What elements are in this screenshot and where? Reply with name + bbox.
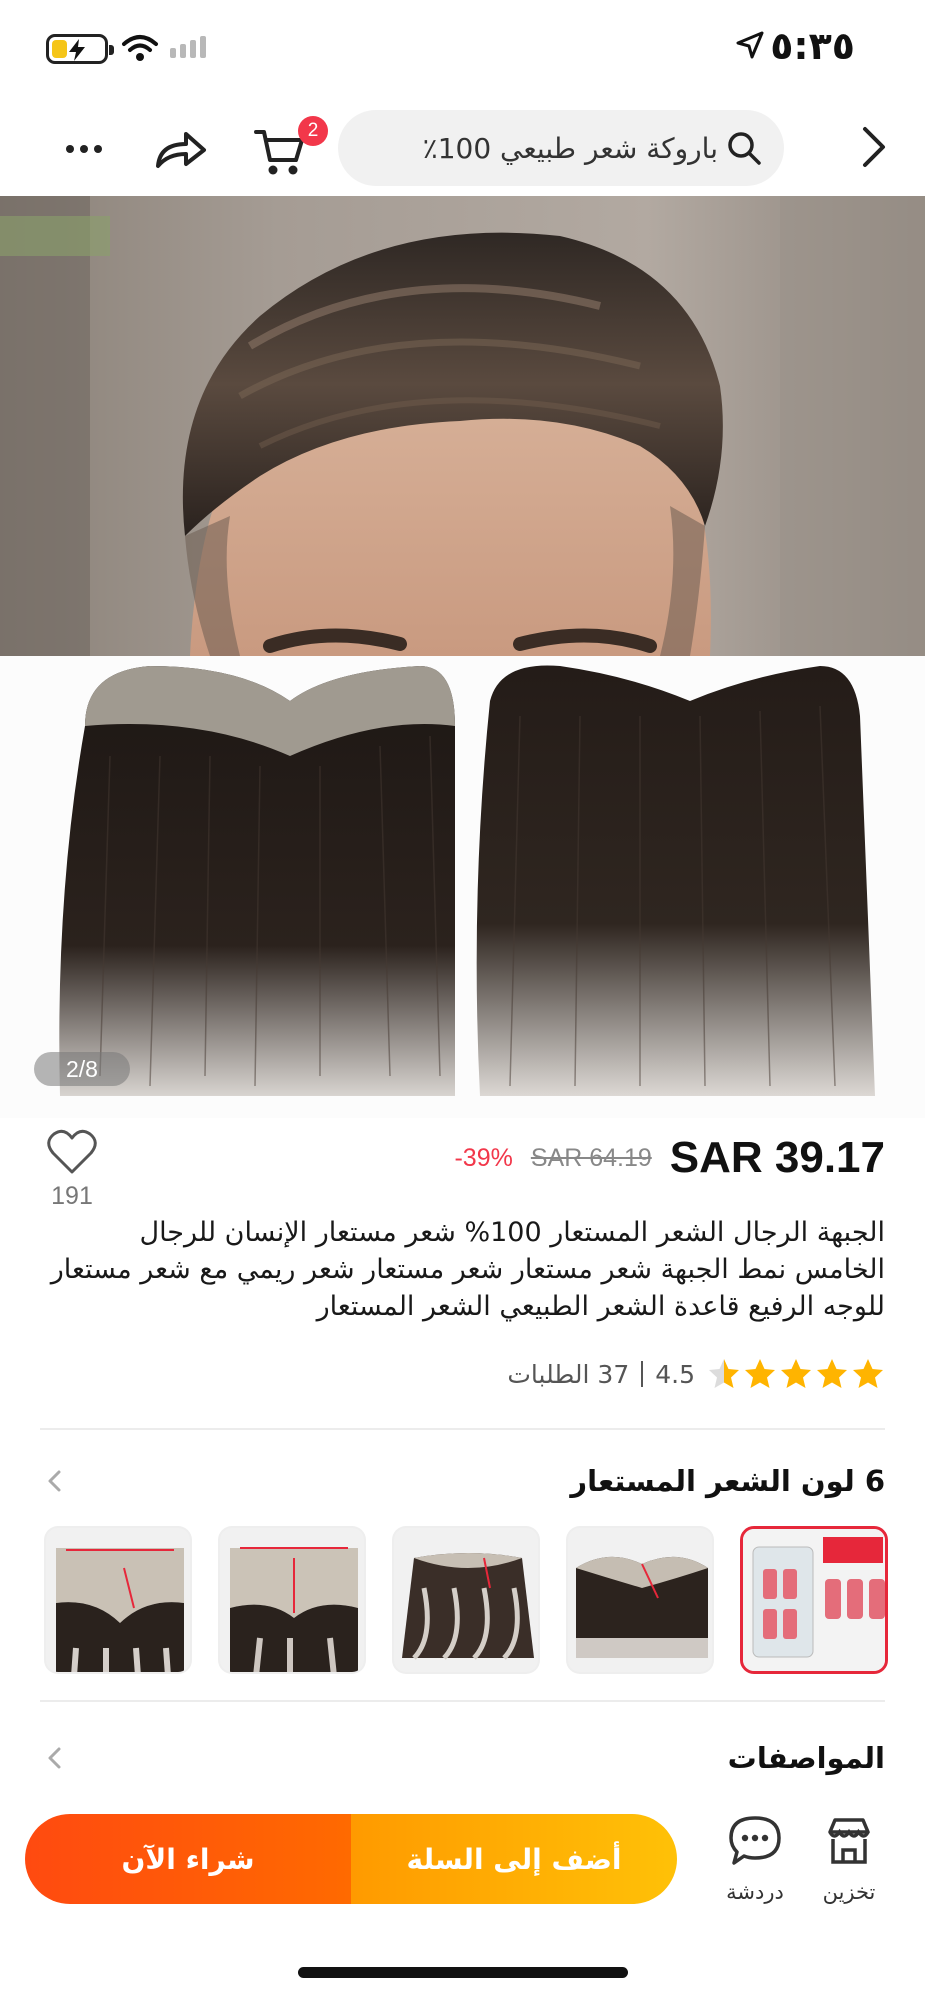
variant-thumb-accessory[interactable]	[740, 1526, 888, 1674]
chat-bubble-icon	[729, 1816, 781, 1865]
search-icon	[728, 132, 761, 165]
specs-row[interactable]: المواصفات	[40, 1736, 885, 1780]
divider	[40, 1428, 885, 1430]
variant-thumb-wavy[interactable]	[392, 1526, 540, 1674]
more-icon	[66, 145, 74, 153]
store-label: تخزين	[822, 1880, 876, 1904]
search-input[interactable]: باروكة شعر طبيعي 100٪	[338, 110, 784, 186]
cart-button[interactable]: 2	[250, 116, 328, 178]
star-icon	[853, 1359, 883, 1388]
divider	[40, 1700, 885, 1702]
wifi-icon	[122, 35, 158, 61]
more-options-button[interactable]	[56, 124, 112, 174]
status-bar: ٥:٣٥	[0, 0, 925, 100]
search-placeholder: باروكة شعر طبيعي 100٪	[422, 131, 718, 165]
star-icon	[817, 1359, 847, 1388]
location-arrow-icon	[736, 31, 764, 59]
product-title: الجبهة الرجال الشعر المستعار 100% شعر مس…	[50, 1217, 885, 1322]
chat-label: دردشة	[726, 1880, 784, 1904]
variants-header[interactable]: 6 لون الشعر المستعار	[40, 1460, 885, 1502]
share-icon	[156, 132, 206, 168]
original-price: SAR 64.19	[530, 1143, 652, 1172]
orders-count: 37 الطلبات	[507, 1360, 629, 1389]
rating-value: 4.5	[655, 1359, 695, 1389]
battery-charging-icon	[46, 34, 114, 64]
wishlist-count: 191	[51, 1182, 93, 1210]
heart-icon	[47, 1129, 97, 1174]
star-icon	[709, 1359, 739, 1388]
bottom-action-bar: تخزين دردشة أضف إلى السلة شراء الآن	[0, 1810, 925, 1920]
product-photo	[0, 196, 925, 1118]
store-button[interactable]: تخزين	[809, 1814, 889, 1904]
star-icon	[745, 1359, 775, 1388]
variant-thumb-v-wide[interactable]	[44, 1526, 192, 1674]
chat-button[interactable]: دردشة	[715, 1814, 795, 1904]
rating-row[interactable]: 4.5 37 الطلبات	[507, 1356, 885, 1392]
add-to-cart-button[interactable]: أضف إلى السلة	[351, 1814, 677, 1904]
specs-title: المواصفات	[727, 1741, 885, 1775]
store-icon	[828, 1818, 870, 1864]
variants-title: 6 لون الشعر المستعار	[570, 1464, 885, 1498]
price-row: SAR 39.17 SAR 64.19 -39%	[454, 1128, 885, 1188]
top-navigation-bar: باروكة شعر طبيعي 100٪ 2	[0, 108, 925, 188]
gallery-page-indicator: 2/8	[34, 1052, 130, 1086]
variants-list	[38, 1526, 888, 1674]
orders-label: الطلبات	[507, 1359, 590, 1389]
rating-stars	[707, 1357, 885, 1391]
home-indicator[interactable]	[298, 1967, 628, 1978]
current-price: SAR 39.17	[669, 1133, 885, 1182]
rating-separator	[641, 1361, 644, 1387]
product-image-gallery[interactable]	[0, 196, 925, 1118]
star-icon	[781, 1359, 811, 1388]
discount-badge: -39%	[454, 1143, 513, 1172]
back-button[interactable]	[849, 122, 899, 172]
chevron-back-icon	[863, 127, 885, 167]
cellular-signal-icon	[170, 36, 206, 58]
chevron-left-icon	[48, 1747, 61, 1769]
buy-now-button[interactable]: شراء الآن	[25, 1814, 351, 1904]
status-time: ٥:٣٥	[770, 24, 855, 68]
variant-thumb-v-front[interactable]	[218, 1526, 366, 1674]
chevron-left-icon	[48, 1470, 61, 1492]
share-button[interactable]	[152, 124, 208, 174]
wishlist-button[interactable]: 191	[42, 1128, 102, 1211]
variant-thumb-straight[interactable]	[566, 1526, 714, 1674]
cart-count-badge: 2	[298, 116, 328, 146]
orders-number: 37	[597, 1359, 630, 1389]
